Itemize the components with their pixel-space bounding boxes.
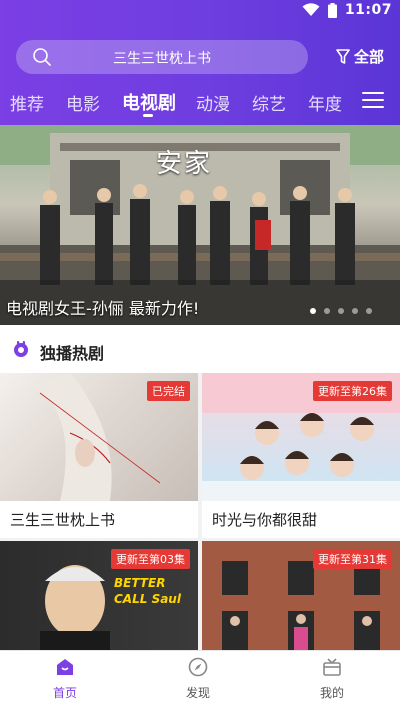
show-poster: 更新至第31集 (202, 541, 400, 650)
show-poster: BETTER CALL Saul 更新至第03集 (0, 541, 198, 650)
nav-home[interactable]: 首页 (25, 657, 105, 701)
section-header: 独播热剧 (0, 325, 400, 373)
poster-text: BETTER CALL Saul (114, 576, 181, 606)
show-title: 三生三世枕上书 (10, 511, 116, 529)
nav-mine[interactable]: 我的 (292, 657, 372, 701)
show-card[interactable]: 已完结 三生三世枕上书 (0, 373, 198, 538)
tab-variety[interactable]: 综艺 (252, 90, 286, 115)
wifi-icon (302, 3, 320, 16)
active-tab-indicator (143, 114, 153, 117)
nav-discover[interactable]: 发现 (158, 657, 238, 701)
banner-sign-text: 安家 (156, 149, 213, 179)
carousel-dot[interactable] (366, 308, 372, 314)
tab-anime[interactable]: 动漫 (196, 90, 230, 115)
search-input[interactable]: 三生三世枕上书 (16, 40, 308, 74)
status-time: 11:07 (344, 2, 392, 18)
compass-icon (188, 657, 208, 677)
filter-icon (336, 48, 350, 64)
nav-label: 首页 (52, 686, 77, 700)
nav-label: 发现 (185, 686, 210, 700)
filter-label: 全部 (354, 48, 385, 66)
carousel-dot[interactable] (324, 308, 330, 314)
category-tabs: 推荐 电影 电视剧 动漫 综艺 年度 (0, 86, 352, 122)
carousel-dot[interactable] (338, 308, 344, 314)
status-badge: 更新至第03集 (111, 549, 190, 569)
profile-icon (323, 658, 341, 676)
show-poster: 更新至第26集 (202, 373, 400, 501)
menu-button[interactable] (362, 92, 384, 110)
bottom-nav: 首页 发现 我的 (0, 650, 400, 708)
status-badge: 更新至第31集 (313, 549, 392, 569)
tab-recommend[interactable]: 推荐 (10, 90, 44, 115)
nav-label: 我的 (319, 686, 344, 700)
banner-carousel[interactable]: 安家 电视剧女王-孙俪 最新力作! (0, 125, 400, 325)
tab-annual[interactable]: 年度 (308, 90, 342, 115)
battery-icon (327, 2, 337, 18)
status-bar: 11:07 (0, 0, 400, 22)
show-card[interactable]: 更新至第26集 时光与你都很甜 (202, 373, 400, 538)
show-card[interactable]: 更新至第31集 (202, 541, 400, 650)
filter-all-button[interactable]: 全部 (336, 46, 384, 67)
home-icon (57, 659, 73, 675)
tab-tv-series[interactable]: 电视剧 (122, 89, 176, 115)
carousel-dots (310, 308, 372, 314)
search-text: 三生三世枕上书 (113, 51, 211, 67)
status-badge: 已完结 (147, 381, 190, 401)
show-poster: 已完结 (0, 373, 198, 501)
tab-movies[interactable]: 电影 (66, 90, 100, 115)
carousel-dot[interactable] (310, 308, 316, 314)
carousel-dot[interactable] (352, 308, 358, 314)
tv-badge-icon (14, 341, 28, 357)
status-badge: 更新至第26集 (313, 381, 392, 401)
banner-caption: 电视剧女王-孙俪 最新力作! (6, 299, 200, 318)
show-title: 时光与你都很甜 (212, 511, 318, 529)
section-title: 独播热剧 (40, 344, 105, 363)
show-card[interactable]: BETTER CALL Saul 更新至第03集 (0, 541, 198, 650)
